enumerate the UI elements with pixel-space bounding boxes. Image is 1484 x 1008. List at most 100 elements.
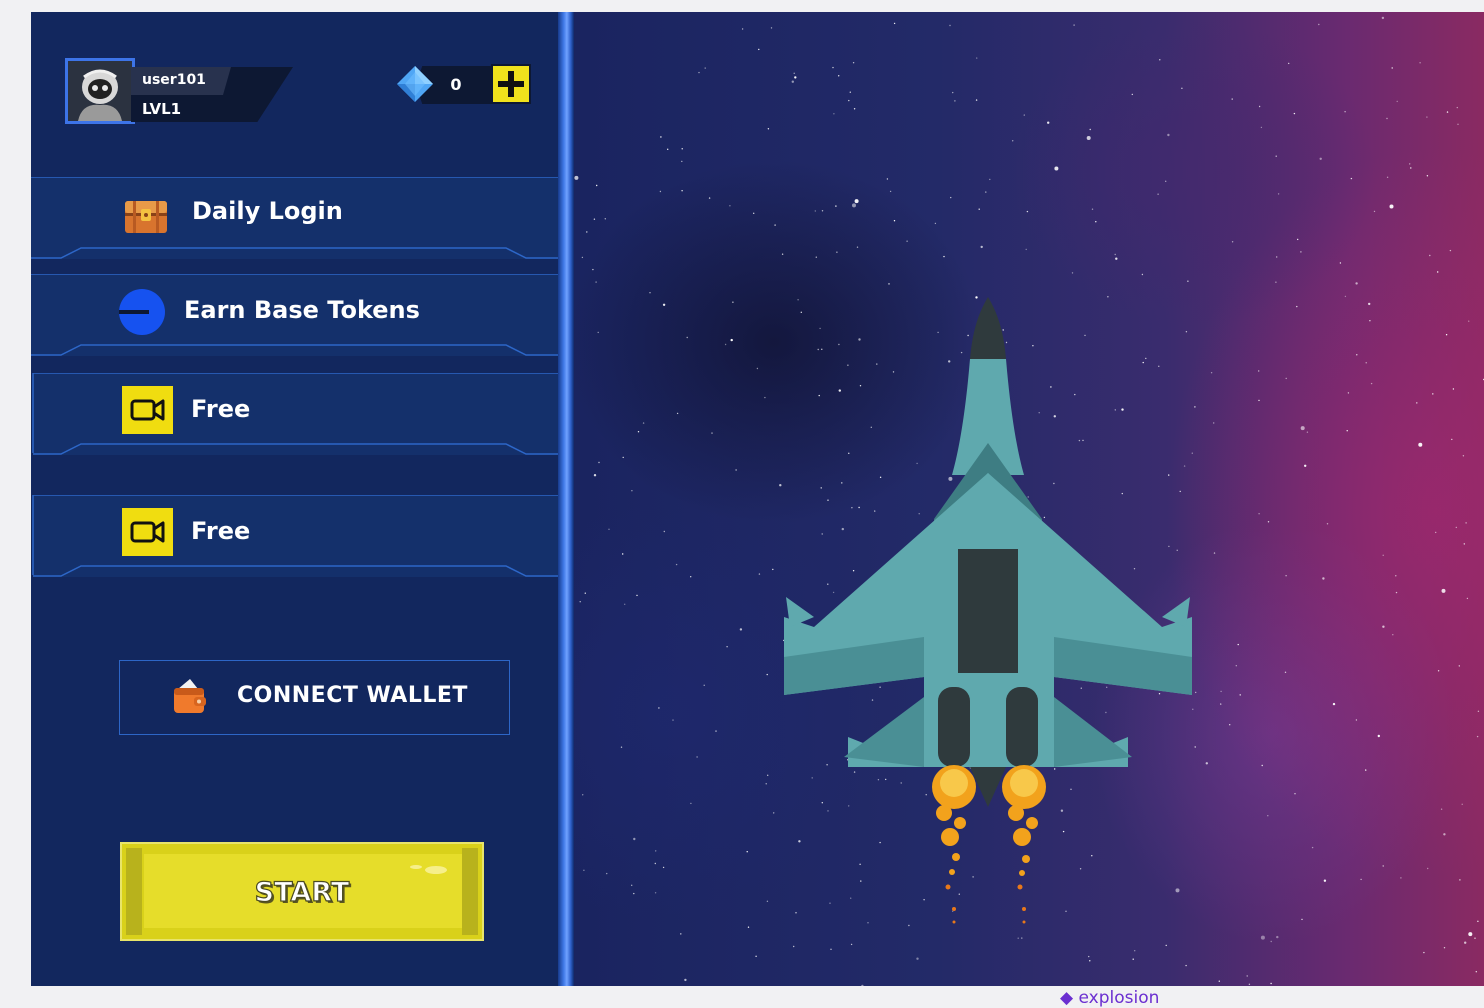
game-canvas[interactable] — [574, 12, 1484, 986]
video-camera-icon — [122, 508, 173, 556]
star — [975, 99, 978, 101]
star — [853, 108, 856, 110]
star — [1300, 251, 1302, 253]
star — [729, 205, 731, 207]
star — [1205, 762, 1208, 765]
star — [1457, 123, 1459, 126]
star — [1382, 625, 1385, 628]
star — [985, 191, 987, 193]
free-reward-label-2: Free — [191, 517, 251, 545]
free-reward-row-2[interactable]: Free — [31, 495, 558, 577]
star — [1455, 526, 1457, 529]
star — [835, 205, 837, 207]
star — [681, 148, 683, 150]
star — [1267, 815, 1269, 817]
star — [726, 646, 728, 648]
star — [690, 802, 692, 805]
star — [758, 573, 761, 575]
star — [1231, 98, 1233, 100]
star — [934, 222, 937, 225]
avatar[interactable] — [65, 58, 135, 124]
star — [732, 301, 734, 303]
star — [1435, 531, 1437, 534]
star — [746, 851, 748, 853]
earn-tokens-row[interactable]: Earn Base Tokens — [31, 274, 558, 356]
star — [1270, 940, 1272, 943]
star — [1459, 879, 1461, 881]
star — [954, 100, 956, 102]
star — [662, 866, 665, 869]
star — [598, 461, 600, 464]
username: user101 — [142, 72, 206, 88]
star — [1468, 320, 1470, 322]
star — [949, 24, 951, 27]
star — [1396, 100, 1398, 103]
star — [1220, 703, 1222, 705]
star — [659, 190, 662, 193]
daily-login-row[interactable]: Daily Login — [31, 177, 558, 259]
star — [773, 812, 775, 814]
star — [791, 80, 794, 83]
star — [1426, 175, 1429, 177]
video-camera-icon — [122, 386, 173, 434]
star — [1220, 690, 1222, 693]
star — [1350, 177, 1353, 180]
star — [649, 292, 651, 294]
star — [636, 594, 638, 597]
star — [680, 933, 682, 935]
star — [838, 75, 840, 77]
star — [624, 603, 626, 605]
star — [889, 190, 892, 193]
star — [606, 872, 608, 875]
star — [1365, 362, 1367, 364]
star — [681, 160, 683, 163]
star — [1382, 865, 1384, 867]
star — [1395, 591, 1398, 594]
treasure-chest-icon — [125, 201, 167, 233]
start-label: START — [254, 876, 350, 908]
star — [1323, 879, 1327, 882]
star — [681, 190, 683, 192]
star — [1468, 932, 1473, 937]
star — [1089, 960, 1091, 962]
add-gems-button[interactable] — [491, 64, 531, 104]
star — [1318, 23, 1320, 26]
star — [1132, 958, 1134, 960]
star — [978, 208, 980, 210]
star — [667, 148, 669, 150]
star — [1304, 464, 1307, 467]
star — [642, 422, 645, 424]
star — [1476, 735, 1479, 738]
star — [952, 91, 954, 94]
star — [1347, 392, 1350, 394]
star — [1419, 62, 1421, 64]
diamond-icon — [397, 66, 433, 102]
free-reward-row-1[interactable]: Free — [31, 373, 558, 455]
star — [1088, 955, 1090, 958]
star — [1355, 719, 1358, 721]
star — [854, 199, 859, 204]
star — [755, 955, 757, 957]
star — [765, 783, 767, 785]
star — [1386, 176, 1389, 178]
star — [832, 66, 834, 69]
connect-wallet-button[interactable]: CONNECT WALLET — [119, 660, 510, 735]
star — [856, 246, 859, 248]
star — [1373, 210, 1376, 213]
star — [631, 884, 633, 886]
side-menu-panel: user101 LVL1 0 Daily Login Earn Base Tok… — [31, 12, 558, 986]
star — [1440, 808, 1443, 810]
star — [886, 178, 889, 180]
star — [1368, 302, 1371, 306]
star — [1339, 262, 1342, 264]
star — [1477, 710, 1480, 712]
star — [1239, 694, 1241, 696]
star — [592, 268, 594, 271]
star — [581, 256, 584, 259]
star — [861, 984, 864, 986]
star — [1297, 238, 1299, 241]
star — [1326, 523, 1329, 525]
start-button[interactable]: START — [120, 842, 484, 941]
star — [708, 197, 711, 199]
star — [1047, 121, 1050, 124]
